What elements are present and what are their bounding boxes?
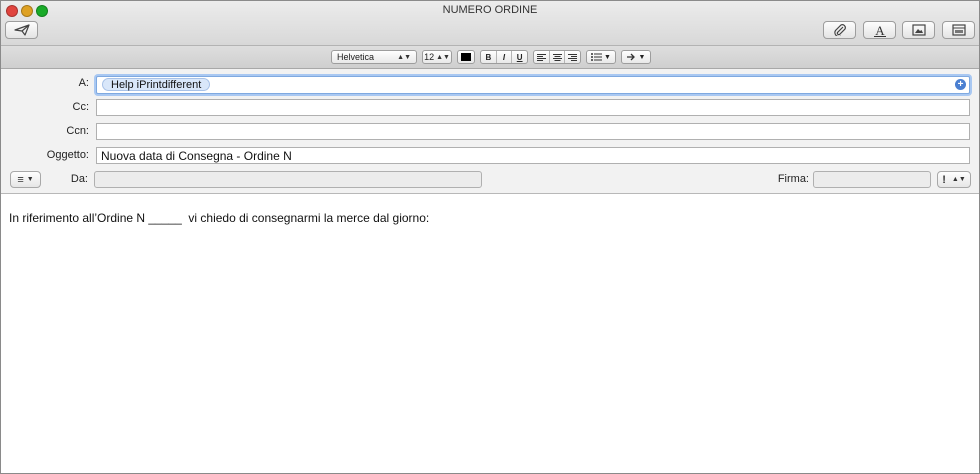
updown-arrows-icon: ▲▼: [397, 53, 411, 61]
paperclip-icon: [833, 24, 846, 36]
align-right-icon: [568, 53, 578, 61]
indent-button[interactable]: ▼: [621, 50, 651, 64]
updown-arrows-icon: ▲▼: [951, 176, 966, 183]
indent-arrow-icon: [626, 53, 635, 61]
show-fonts-button[interactable]: A: [863, 21, 896, 39]
priority-value: !: [942, 173, 946, 186]
signature-select[interactable]: [813, 171, 931, 188]
font-size-select[interactable]: 12 ▲▼: [422, 50, 452, 64]
bcc-label: Ccn:: [66, 125, 89, 137]
send-button[interactable]: [5, 21, 38, 39]
font-family-select[interactable]: Helvetica ▲▼: [331, 50, 417, 64]
compose-window: NUMERO ORDINE A Helvetica ▲▼ 12 ▲▼ B I U…: [0, 0, 980, 474]
subject-field[interactable]: Nuova data di Consegna - Ordine N: [96, 147, 970, 164]
bcc-field[interactable]: [96, 123, 970, 140]
align-left-icon: [536, 53, 546, 61]
stationery-button[interactable]: [942, 21, 975, 39]
message-body[interactable]: In riferimento all’Ordine N _____ vi chi…: [1, 194, 979, 473]
font-size-value: 12: [424, 52, 435, 62]
svg-text:A: A: [875, 24, 885, 37]
subject-label: Oggetto:: [46, 149, 89, 161]
text-style-segment: B I U: [480, 50, 528, 64]
title-bar: NUMERO ORDINE A: [1, 1, 979, 46]
stationery-icon: [951, 24, 966, 36]
window-title: NUMERO ORDINE: [442, 4, 538, 16]
signature-label: Firma:: [777, 173, 809, 185]
photo-browser-icon: [911, 24, 926, 36]
photo-browser-button[interactable]: [902, 21, 935, 39]
italic-button[interactable]: I: [497, 51, 513, 63]
font-family-value: Helvetica: [337, 52, 375, 62]
body-text: In riferimento all’Ordine N _____ vi chi…: [9, 211, 430, 225]
to-field[interactable]: Help iPrintdifferent +: [96, 76, 970, 94]
list-style-button[interactable]: ▼: [586, 50, 616, 64]
from-select[interactable]: [94, 171, 482, 188]
paper-plane-icon: [13, 24, 30, 36]
chevron-down-icon: ▼: [604, 53, 611, 61]
header-fields-menu-button[interactable]: ≡ ▼: [10, 171, 41, 188]
attach-button[interactable]: [823, 21, 856, 39]
chevron-down-icon: ▼: [638, 53, 646, 61]
add-contact-icon[interactable]: +: [955, 79, 966, 90]
message-header: A: Help iPrintdifferent + Cc: Ccn: Ogget…: [1, 69, 979, 194]
text-color-button[interactable]: [457, 50, 475, 64]
list-lines-icon: ≡: [17, 173, 24, 186]
subject-value: Nuova data di Consegna - Ordine N: [101, 149, 292, 163]
color-swatch: [461, 53, 471, 61]
cc-field[interactable]: [96, 99, 970, 116]
align-center-button[interactable]: [550, 51, 566, 63]
from-label: Da:: [70, 173, 88, 185]
chevron-down-icon: ▼: [26, 176, 34, 183]
priority-select[interactable]: ! ▲▼: [937, 171, 971, 188]
recipient-token[interactable]: Help iPrintdifferent: [102, 78, 211, 91]
align-right-button[interactable]: [565, 51, 580, 63]
underline-button[interactable]: U: [512, 51, 527, 63]
alignment-segment: [533, 50, 581, 64]
cc-label: Cc:: [72, 101, 90, 113]
align-center-icon: [552, 53, 562, 61]
bold-button[interactable]: B: [481, 51, 497, 63]
format-bar: Helvetica ▲▼ 12 ▲▼ B I U ▼ ▼: [1, 46, 979, 69]
bulleted-list-icon: [591, 53, 603, 61]
font-a-icon: A: [873, 24, 886, 37]
align-left-button[interactable]: [534, 51, 550, 63]
updown-arrows-icon: ▲▼: [436, 53, 450, 61]
to-label: A:: [78, 77, 89, 89]
